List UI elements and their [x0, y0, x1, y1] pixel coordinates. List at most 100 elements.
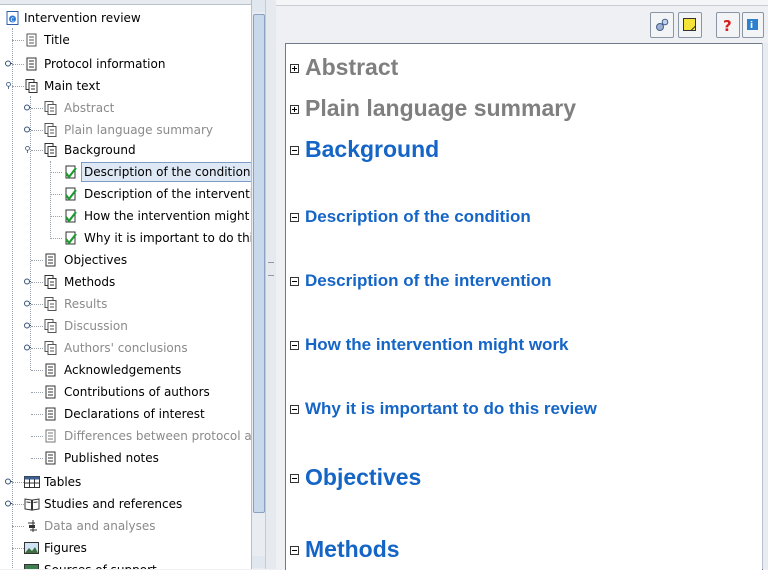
- splitter-grip[interactable]: [268, 262, 274, 276]
- section-heading-text: Objectives: [305, 464, 422, 490]
- documents-icon: [44, 319, 57, 333]
- tree-guide-line: [31, 436, 43, 437]
- tree-item-label: Results: [64, 297, 108, 311]
- outline-tree[interactable]: c Intervention review Title Protocol inf…: [0, 0, 252, 569]
- note-button[interactable]: [678, 12, 702, 38]
- section-heading-text: Abstract: [305, 54, 399, 80]
- document-icon: [45, 429, 56, 443]
- tree-item-main-text[interactable]: Main text: [0, 76, 251, 96]
- document-icon: [45, 407, 56, 421]
- collapsed-handle-icon[interactable]: [5, 478, 12, 485]
- settings-button[interactable]: [650, 12, 674, 38]
- scroll-down-button[interactable]: [252, 556, 265, 568]
- collapse-toggle[interactable]: [290, 546, 299, 555]
- collapsed-handle-icon[interactable]: [5, 60, 12, 67]
- tree-guide-line: [12, 526, 24, 527]
- tree-item-label: Objectives: [64, 253, 128, 267]
- tree-item-authors-conclusions[interactable]: Authors' conclusions: [0, 338, 251, 358]
- section-heading-text: Methods: [305, 536, 400, 562]
- tree-item-label: Differences between protocol and review: [64, 429, 252, 443]
- collapsed-handle-icon[interactable]: [24, 278, 31, 285]
- tree-item-label: Abstract: [64, 101, 115, 115]
- tree-item-plain-language-summary[interactable]: Plain language summary: [0, 120, 251, 140]
- tree-item-label: Figures: [44, 541, 87, 555]
- tree-guide-line: [31, 282, 43, 283]
- tree-item-tables[interactable]: Tables: [0, 472, 251, 492]
- checked-document-icon: [65, 209, 77, 223]
- tree-item-contributions-of-authors[interactable]: Contributions of authors: [0, 382, 251, 402]
- tree-guide-line: [12, 482, 24, 483]
- collapsed-handle-icon[interactable]: [24, 126, 31, 133]
- expanded-handle-icon[interactable]: [5, 82, 12, 89]
- tree-item-discussion[interactable]: Discussion: [0, 316, 251, 336]
- expand-toggle[interactable]: [290, 105, 299, 114]
- tree-item-results[interactable]: Results: [0, 294, 251, 314]
- collapsed-handle-icon[interactable]: [24, 104, 31, 111]
- section-heading-text: Description of the condition: [305, 207, 531, 226]
- tree-guide-line: [31, 108, 43, 109]
- tree-item-label: Data and analyses: [44, 519, 156, 533]
- tree-item-label: Authors' conclusions: [64, 341, 188, 355]
- collapse-toggle[interactable]: [290, 405, 299, 414]
- tree-item-description-of-the-intervention[interactable]: Description of the intervention: [0, 184, 251, 204]
- scrollbar-thumb[interactable]: [253, 14, 265, 513]
- expanded-handle-icon[interactable]: [24, 146, 31, 153]
- collapsed-handle-icon[interactable]: [5, 500, 12, 507]
- document-icon: [26, 57, 37, 71]
- tree-item-why-it-is-important[interactable]: Why it is important to do this review: [0, 228, 251, 248]
- collapse-toggle[interactable]: [290, 146, 299, 155]
- tree-item-acknowledgements[interactable]: Acknowledgements: [0, 360, 251, 380]
- tree-item-data-and-analyses[interactable]: Data and analyses: [0, 516, 251, 536]
- expand-toggle[interactable]: [290, 64, 299, 73]
- tree-item-sources-of-support[interactable]: Sources of support: [0, 560, 251, 569]
- tree-guide-line: [12, 86, 24, 87]
- tree-vertical-scrollbar[interactable]: [251, 0, 265, 569]
- tree-guide-line: [31, 326, 43, 327]
- tree-item-label: Plain language summary: [64, 123, 213, 137]
- tree-item-description-of-the-condition[interactable]: Description of the condition: [0, 162, 251, 182]
- tree-item-background[interactable]: Background: [0, 140, 251, 160]
- checked-document-icon: [65, 231, 77, 245]
- collapsed-handle-icon[interactable]: [24, 300, 31, 307]
- settings-icon: [656, 18, 669, 31]
- support-icon: [24, 564, 39, 569]
- tree-item-protocol-information[interactable]: Protocol information: [0, 54, 251, 74]
- document-icon: [45, 451, 56, 465]
- tree-item-declarations-of-interest[interactable]: Declarations of interest: [0, 404, 251, 424]
- review-icon: c: [6, 11, 19, 25]
- tree-guide-line: [31, 370, 43, 371]
- collapse-toggle[interactable]: [290, 341, 299, 350]
- tree-item-objectives[interactable]: Objectives: [0, 250, 251, 270]
- tree-item-methods[interactable]: Methods: [0, 272, 251, 292]
- note-icon: [683, 18, 696, 31]
- tree-item-label: Main text: [44, 79, 101, 93]
- info-button[interactable]: i: [742, 12, 764, 38]
- tree-item-title[interactable]: Title: [0, 30, 251, 50]
- document-editor[interactable]: Abstract Plain language summary Backgrou…: [285, 43, 763, 570]
- collapsed-handle-icon[interactable]: [24, 344, 31, 351]
- tree-guide-line: [31, 150, 43, 151]
- tree-item-published-notes[interactable]: Published notes: [0, 448, 251, 468]
- collapse-toggle[interactable]: [290, 213, 299, 222]
- tree-guide-line: [31, 304, 43, 305]
- tree-item-how-the-intervention-might-work[interactable]: How the intervention might work: [0, 206, 251, 226]
- scroll-up-button[interactable]: [252, 0, 265, 12]
- section-heading-text: Description of the intervention: [305, 271, 552, 290]
- collapsed-handle-icon[interactable]: [24, 322, 31, 329]
- help-button[interactable]: ?: [716, 12, 740, 38]
- analysis-icon: [28, 520, 37, 532]
- tree-item-abstract[interactable]: Abstract: [0, 98, 251, 118]
- tree-item-figures[interactable]: Figures: [0, 538, 251, 558]
- collapse-toggle[interactable]: [290, 277, 299, 286]
- tree-root-label: Intervention review: [24, 11, 141, 25]
- tree-root[interactable]: c Intervention review: [0, 8, 251, 28]
- tree-item-differences-between-protocol-and-review[interactable]: Differences between protocol and review: [0, 426, 251, 446]
- document-vertical-scrollbar[interactable]: [762, 43, 768, 569]
- tree-guide-line: [12, 64, 24, 65]
- document-panel: ? i Abstract Plain language summary Back…: [276, 0, 768, 570]
- image-icon: [24, 542, 39, 554]
- documents-icon: [44, 341, 57, 355]
- collapse-toggle[interactable]: [290, 474, 299, 483]
- tree-header-strip: [0, 0, 251, 5]
- tree-item-studies-and-references[interactable]: Studies and references: [0, 494, 251, 514]
